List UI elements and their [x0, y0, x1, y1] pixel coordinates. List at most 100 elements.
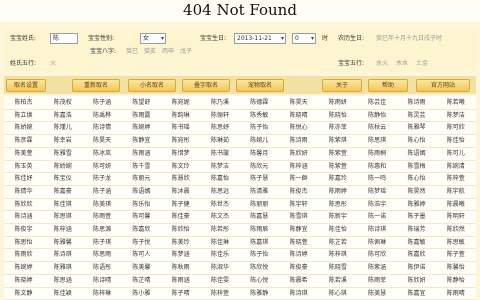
naming-settings-button[interactable]: 取名设置	[6, 79, 46, 92]
name-cell[interactable]: 陈梓琪	[319, 249, 356, 261]
name-cell[interactable]: 陈晨希	[280, 275, 317, 287]
name-cell[interactable]: 陈书瑶	[162, 122, 199, 134]
name-cell[interactable]: 陈芷晴	[123, 275, 160, 287]
name-cell[interactable]: 陈梦瑶	[359, 186, 396, 198]
name-cell[interactable]: 陈欣妍	[398, 275, 435, 287]
name-cell[interactable]: 陈思琪	[359, 135, 396, 147]
name-cell[interactable]: 陈文玲	[162, 161, 199, 173]
name-cell[interactable]: 陈亦菲	[319, 122, 356, 134]
name-cell[interactable]: 陈静怡	[359, 110, 396, 122]
name-cell[interactable]: 陈宛妮	[162, 97, 199, 109]
name-cell[interactable]: 陈心怡	[398, 135, 435, 147]
name-cell[interactable]: 陈昊然	[398, 186, 435, 198]
name-cell[interactable]: 陈慧欣	[162, 173, 199, 185]
name-cell[interactable]: 陈婉清	[437, 161, 474, 173]
name-cell[interactable]: 陈浩宇	[359, 199, 396, 211]
name-cell[interactable]: 陈俊宇	[5, 224, 42, 236]
name-cell[interactable]: 陈晨曦	[437, 199, 474, 211]
name-cell[interactable]: 陈晓婷	[5, 275, 42, 287]
name-cell[interactable]: 陈若溪	[319, 275, 356, 287]
name-cell[interactable]: 陈紫涵	[359, 262, 396, 274]
name-cell[interactable]: 陈柏杰	[5, 97, 42, 109]
name-cell[interactable]: 陈灵芸	[398, 110, 435, 122]
name-cell[interactable]: 陈俊豪	[280, 262, 317, 274]
name-cell[interactable]: 陈嘉宜	[398, 288, 435, 300]
hour-select[interactable]: 0	[292, 33, 316, 44]
name-cell[interactable]: 陈欣妍	[280, 148, 317, 160]
name-cell[interactable]: 陈诗婷	[280, 249, 317, 261]
name-cell[interactable]: 陈梓萱	[202, 288, 239, 300]
name-cell[interactable]: 陈昊天	[84, 135, 121, 147]
name-cell[interactable]: 陈子晴	[162, 288, 199, 300]
name-cell[interactable]: 陈子慧	[241, 173, 278, 185]
name-cell[interactable]: 陈清雅	[241, 186, 278, 198]
name-cell[interactable]: 陈梓涵	[44, 224, 81, 236]
about-button[interactable]: 关于	[322, 79, 362, 92]
name-cell[interactable]: 陈可欣	[437, 122, 474, 134]
gender-select[interactable]: 女	[140, 33, 166, 44]
name-cell[interactable]: 陈雪琪	[280, 211, 317, 223]
name-cell[interactable]: 陈俪轩	[202, 110, 239, 122]
name-cell[interactable]: 陈心怡	[398, 173, 435, 185]
name-cell[interactable]: 陈思彤	[319, 199, 356, 211]
name-cell[interactable]: 陈一鸣	[359, 173, 396, 185]
rename-button[interactable]: 重新取名	[72, 79, 120, 92]
name-cell[interactable]: 陈淑华	[202, 262, 239, 274]
name-cell[interactable]: 陈欣怡	[162, 224, 199, 236]
name-cell[interactable]: 陈嘉怡	[202, 173, 239, 185]
name-cell[interactable]: 陈晓雪	[319, 262, 356, 274]
name-cell[interactable]: 陈宝仪	[44, 173, 81, 185]
official-site-button[interactable]: 官方网站	[416, 79, 470, 92]
name-cell[interactable]: 陈宇航	[437, 186, 474, 198]
name-cell[interactable]: 陈雨晴	[437, 288, 474, 300]
name-cell[interactable]: 陈佳妤	[5, 173, 42, 185]
name-cell[interactable]: 陈子怡	[241, 122, 278, 134]
name-cell[interactable]: 陈文杰	[202, 211, 239, 223]
name-cell[interactable]: 陈秀敏	[241, 110, 278, 122]
name-cell[interactable]: 陈晓晴	[280, 110, 317, 122]
name-cell[interactable]: 陈诗琪	[44, 249, 81, 261]
name-cell[interactable]: 陈嘉玲	[319, 173, 356, 185]
name-cell[interactable]: 陈嘉慧	[241, 211, 278, 223]
name-cell[interactable]: 陈嘉欣	[398, 249, 435, 261]
name-cell[interactable]: 陈美琪	[84, 199, 121, 211]
name-cell[interactable]: 陈秋雨	[162, 262, 199, 274]
name-cell[interactable]: 陈欣悦	[241, 262, 278, 274]
name-cell[interactable]: 陈佳琳	[202, 237, 239, 249]
name-cell[interactable]: 陈佳颖	[44, 288, 81, 300]
name-cell[interactable]: 陈一群	[280, 173, 317, 185]
name-cell[interactable]: 陈可儿	[437, 148, 474, 160]
name-cell[interactable]: 陈立焕	[5, 110, 42, 122]
name-cell[interactable]: 陈紫琪	[319, 135, 356, 147]
name-cell[interactable]: 陈思涵	[44, 275, 81, 287]
name-cell[interactable]: 陈梦洁	[202, 161, 239, 173]
name-cell[interactable]: 陈婉婷	[5, 262, 42, 274]
name-cell[interactable]: 陈雨涵	[162, 275, 199, 287]
birthday-select[interactable]: 2013-11-21	[234, 33, 286, 44]
name-cell[interactable]: 陈明轩	[437, 211, 474, 223]
name-cell[interactable]: 陈伊诺	[398, 262, 435, 274]
name-cell[interactable]: 陈幸岩	[44, 135, 81, 147]
name-cell[interactable]: 陈秋云	[359, 122, 396, 134]
name-cell[interactable]: 陈诗涵	[5, 211, 42, 223]
name-cell[interactable]: 陈雨桐	[359, 148, 396, 160]
name-cell[interactable]: 陈子龙	[84, 173, 121, 185]
name-cell[interactable]: 陈语彤	[84, 262, 121, 274]
name-cell[interactable]: 陈静宜	[280, 224, 317, 236]
name-cell[interactable]: 陈佳豪	[162, 211, 199, 223]
name-cell[interactable]: 陈雅琪	[44, 262, 81, 274]
name-cell[interactable]: 陈雨涵	[123, 148, 160, 160]
name-cell[interactable]: 陈思敏	[437, 237, 474, 249]
name-cell[interactable]: 陈子健	[162, 199, 199, 211]
name-cell[interactable]: 陈梓琳	[84, 288, 121, 300]
name-cell[interactable]: 陈馨怡	[437, 262, 474, 274]
name-cell[interactable]: 陈思远	[202, 186, 239, 198]
name-cell[interactable]: 陈书璇	[202, 148, 239, 160]
name-cell[interactable]: 陈佩琳	[359, 237, 396, 249]
help-button[interactable]: 帮助	[368, 79, 408, 92]
name-cell[interactable]: 陈馨月	[241, 148, 278, 160]
name-cell[interactable]: 陈静怡	[437, 275, 474, 287]
name-cell[interactable]: 陈子萱	[437, 249, 474, 261]
name-cell[interactable]: 陈欣元	[241, 161, 278, 173]
name-cell[interactable]: 陈冰岚	[84, 148, 121, 160]
